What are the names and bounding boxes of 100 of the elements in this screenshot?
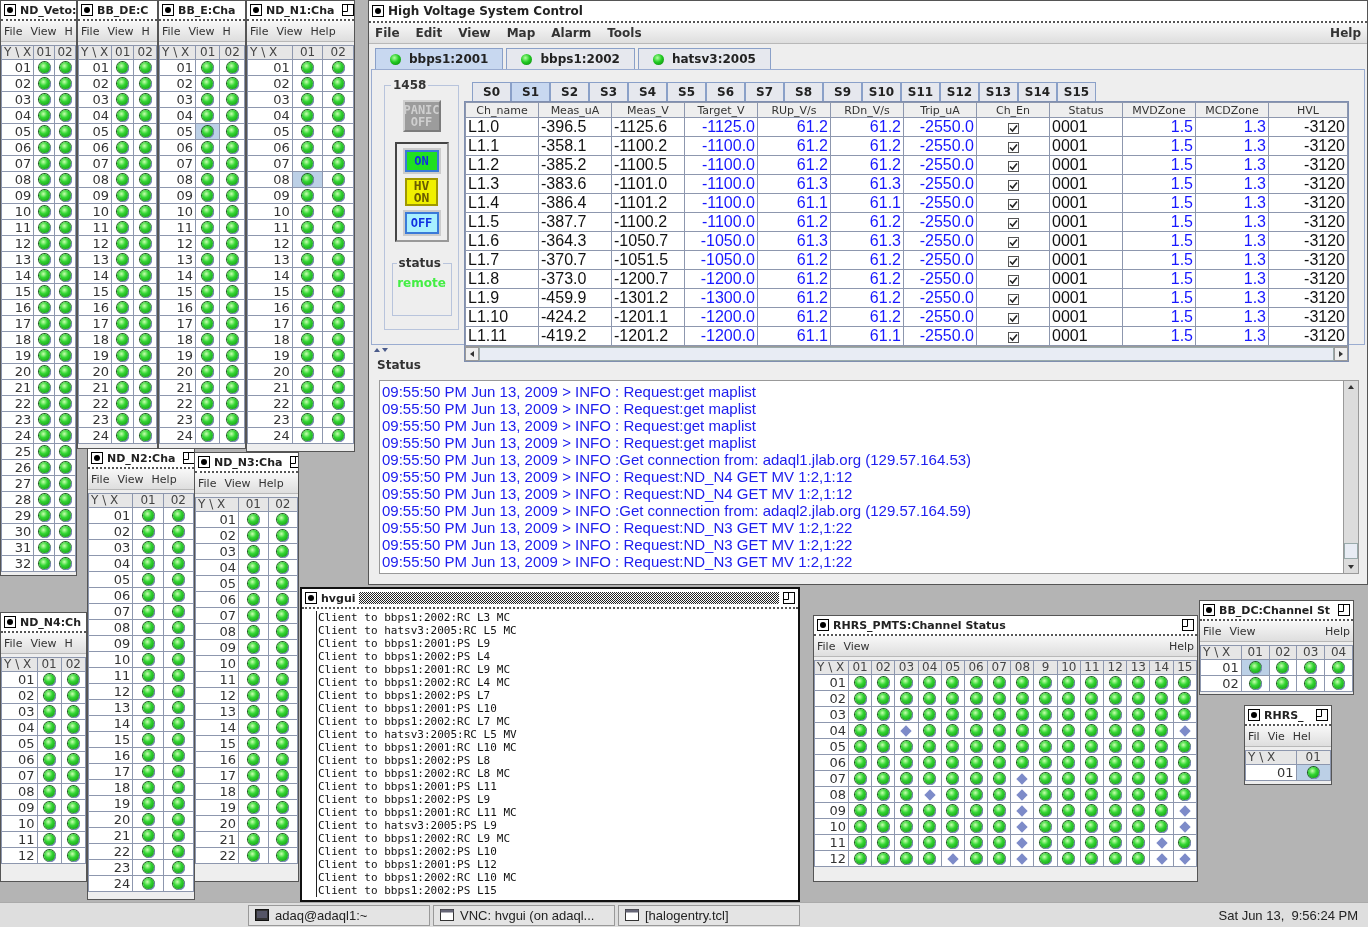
menu-item[interactable]: File <box>81 24 100 38</box>
menu-item[interactable]: File <box>4 24 23 38</box>
window-menu-icon[interactable] <box>250 4 262 16</box>
menu-item[interactable]: View <box>117 472 144 486</box>
window-menu-icon[interactable] <box>162 4 174 16</box>
window-menu-icon[interactable] <box>1203 604 1215 616</box>
menu-item[interactable]: View <box>224 476 251 490</box>
window-menu-icon[interactable] <box>305 592 317 604</box>
checkbox[interactable] <box>1007 180 1019 191</box>
maximize-icon[interactable] <box>183 452 194 464</box>
slot-tab[interactable]: S1 <box>511 82 550 101</box>
menu-item[interactable]: Help <box>151 472 177 486</box>
slot-tab[interactable]: S0 <box>472 82 511 101</box>
table-cell: 61.2 <box>830 269 904 289</box>
taskbar-button[interactable]: adaq@adaql1:~ <box>248 904 430 926</box>
window-menu-icon[interactable] <box>817 619 829 631</box>
menu-item[interactable]: H <box>222 24 231 38</box>
checkbox[interactable] <box>1007 142 1019 153</box>
slot-tab[interactable]: S4 <box>628 82 667 101</box>
window-menu-icon[interactable] <box>91 452 103 464</box>
menu-item[interactable]: Edit <box>415 26 443 40</box>
table-cell: -2550.0 <box>903 231 977 251</box>
scrollbar-thumb[interactable] <box>1344 543 1358 559</box>
menu-item[interactable]: Map <box>506 26 536 40</box>
slot-tab[interactable]: S6 <box>706 82 745 101</box>
table-cell: -3120 <box>1268 250 1348 270</box>
slot-tab[interactable]: S2 <box>550 82 589 101</box>
power-button[interactable]: HV ON <box>405 178 438 206</box>
slot-tab[interactable]: S7 <box>745 82 784 101</box>
menu-item[interactable]: View <box>188 24 215 38</box>
taskbar-button[interactable]: [halogentry.tcl] <box>618 904 800 926</box>
menu-item[interactable]: File <box>375 26 400 40</box>
window-menu-icon[interactable] <box>372 5 384 17</box>
menu-item[interactable]: H <box>64 24 73 38</box>
menu-item[interactable]: View <box>107 24 134 38</box>
menu-item[interactable]: File <box>4 636 23 650</box>
slot-tab[interactable]: S3 <box>589 82 628 101</box>
menu-item[interactable]: View <box>1229 624 1256 638</box>
menu-item[interactable]: View <box>458 26 491 40</box>
checkbox[interactable] <box>1007 218 1019 229</box>
menu-item[interactable]: View <box>30 636 57 650</box>
menu-item[interactable]: View <box>276 24 303 38</box>
column-header: 15 <box>1173 660 1197 675</box>
menu-item[interactable]: View <box>843 639 870 653</box>
menu-item[interactable]: File <box>198 476 217 490</box>
menu-item[interactable]: Help <box>1324 624 1350 638</box>
maximize-icon[interactable] <box>1316 709 1328 721</box>
maximize-icon[interactable] <box>1338 604 1351 616</box>
menu-item[interactable]: Alarm <box>551 26 592 40</box>
checkbox[interactable] <box>1007 199 1019 210</box>
menu-item[interactable]: Help <box>1168 639 1194 653</box>
table-cell: -387.7 <box>538 212 612 232</box>
taskbar-button[interactable]: VNC: hvgui (on adaql... <box>433 904 615 926</box>
menu-item[interactable]: File <box>91 472 110 486</box>
splitter-arrows-icon[interactable] <box>373 347 389 353</box>
window-menu-icon[interactable] <box>198 456 210 468</box>
checkbox[interactable] <box>1007 332 1019 343</box>
power-button[interactable]: ON <box>404 150 439 172</box>
checkbox[interactable] <box>1007 161 1019 172</box>
checkbox[interactable] <box>1007 294 1019 305</box>
menu-item[interactable]: Vie <box>1267 729 1285 743</box>
menu-item[interactable]: File <box>817 639 836 653</box>
menu-item[interactable]: Help <box>1330 26 1361 40</box>
slot-tab[interactable]: S10 <box>862 82 901 101</box>
slot-tab[interactable]: S8 <box>784 82 823 101</box>
menu-item[interactable]: H <box>64 636 73 650</box>
server-tab[interactable]: hatsv3:2005 <box>637 48 771 69</box>
menu-item[interactable]: View <box>30 24 57 38</box>
checkbox[interactable] <box>1007 275 1019 286</box>
power-button[interactable]: OFF <box>404 212 439 234</box>
maximize-icon[interactable] <box>1182 619 1194 631</box>
maximize-icon[interactable] <box>342 4 354 16</box>
menu-item[interactable]: Tools <box>607 26 642 40</box>
window-menu-icon[interactable] <box>4 616 16 628</box>
slot-tab[interactable]: S11 <box>901 82 940 101</box>
window-menu-icon[interactable] <box>1248 709 1260 721</box>
menu-item[interactable]: File <box>1203 624 1222 638</box>
checkbox[interactable] <box>1007 123 1019 134</box>
checkbox[interactable] <box>1007 256 1019 267</box>
window-menu-icon[interactable] <box>4 4 16 16</box>
vertical-scrollbar[interactable] <box>1343 381 1358 573</box>
slot-tab[interactable]: S5 <box>667 82 706 101</box>
menu-item[interactable]: H <box>141 24 150 38</box>
server-tab[interactable]: bbps1:2002 <box>506 48 635 69</box>
menu-item[interactable]: Hel <box>1292 729 1311 743</box>
checkbox[interactable] <box>1007 313 1019 324</box>
menu-item[interactable]: Help <box>310 24 336 38</box>
slot-tab[interactable]: S12 <box>940 82 979 101</box>
slot-tab[interactable]: S9 <box>823 82 862 101</box>
checkbox[interactable] <box>1007 237 1019 248</box>
slot-tab[interactable]: S15 <box>1057 82 1096 101</box>
menu-item[interactable]: File <box>250 24 269 38</box>
menu-item[interactable]: File <box>162 24 181 38</box>
menu-item[interactable]: Help <box>258 476 284 490</box>
menu-item[interactable]: Fil <box>1248 729 1260 743</box>
slot-tab[interactable]: S14 <box>1018 82 1057 101</box>
server-tab[interactable]: bbps1:2001 <box>375 48 504 69</box>
window-menu-icon[interactable] <box>81 4 93 16</box>
slot-tab[interactable]: S13 <box>979 82 1018 101</box>
maximize-icon[interactable] <box>783 592 795 604</box>
